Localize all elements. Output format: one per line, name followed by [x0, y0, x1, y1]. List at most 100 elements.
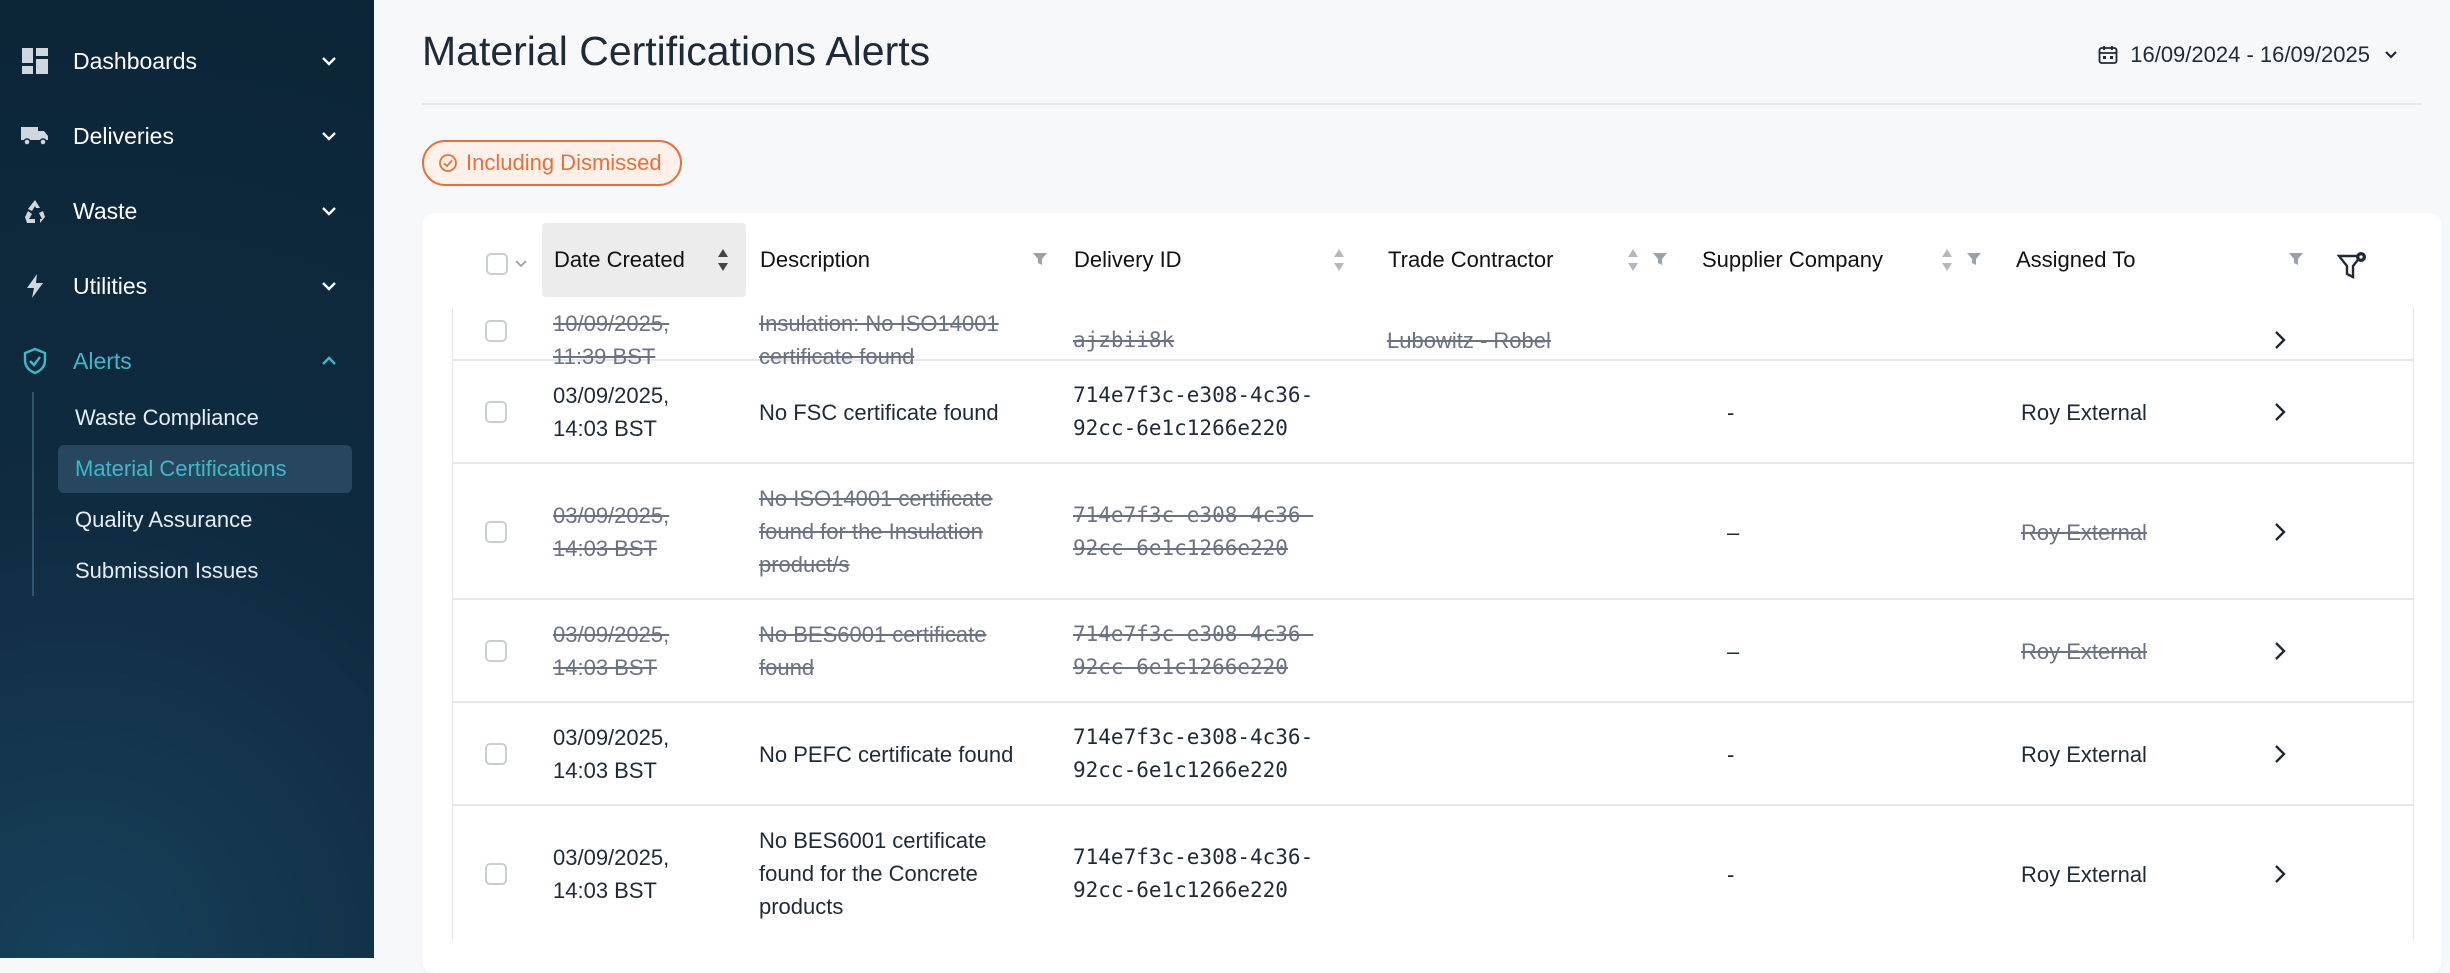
table-row[interactable]: 03/09/2025, 14:03 BST No ISO14001 certifi…: [453, 464, 2413, 600]
row-checkbox[interactable]: [485, 401, 507, 423]
column-label: Supplier Company: [1702, 247, 1883, 272]
sidebar-item-quality-assurance[interactable]: Quality Assurance: [58, 496, 352, 544]
sort-icon[interactable]: [1332, 247, 1346, 273]
assigned-to-cell: Roy External: [2021, 862, 2147, 887]
chevron-right-icon[interactable]: [2268, 400, 2292, 424]
nav-deliveries-label: Deliveries: [73, 122, 174, 149]
grid-icon: [20, 46, 50, 76]
including-dismissed-filter-chip[interactable]: Including Dismissed: [422, 140, 682, 186]
column-description[interactable]: Description: [748, 223, 1054, 297]
date-cell: 03/09/2025, 14:03 BST: [553, 383, 670, 441]
description-cell: No FSC certificate found: [759, 400, 999, 425]
nav-waste[interactable]: Waste: [0, 181, 374, 241]
description-cell: No BES6001 certificate found: [759, 622, 987, 680]
column-assigned-to[interactable]: Assigned To: [2004, 223, 2310, 297]
column-date-created[interactable]: Date Created: [542, 223, 746, 297]
nav-dashboards[interactable]: Dashboards: [0, 31, 374, 91]
sidebar: Dashboards Deliveries Waste Utilities Al…: [0, 0, 374, 958]
nav-deliveries[interactable]: Deliveries: [0, 106, 374, 166]
sort-icon[interactable]: [1940, 247, 1954, 273]
nav-waste-label: Waste: [73, 197, 138, 224]
chevron-down-icon: [322, 207, 336, 216]
delivery-id-cell: 714e7f3c-e308-4c36- 92cc-6e1c1266e220: [1073, 725, 1314, 782]
truck-icon: [20, 121, 50, 151]
calendar-icon: [2098, 46, 2118, 64]
column-label: Description: [760, 247, 871, 272]
column-delivery-id[interactable]: Delivery ID: [1062, 223, 1368, 297]
row-checkbox[interactable]: [485, 320, 507, 342]
table-row[interactable]: 03/09/2025, 14:03 BST No BES6001 certific…: [453, 600, 2413, 703]
recycle-icon: [20, 196, 50, 226]
chevron-down-icon: [322, 57, 336, 66]
chevron-down-icon: [322, 282, 336, 291]
nav-alerts[interactable]: Alerts: [0, 331, 374, 391]
main-content: Material Certifications Alerts 16/09/202…: [374, 0, 2450, 973]
assigned-to-cell: Roy External: [2021, 639, 2147, 664]
filter-icon[interactable]: [1652, 251, 1668, 267]
table-body: 10/09/2025, 11:39 BST Insulation: No ISO1…: [452, 308, 2414, 942]
assigned-to-cell: Roy External: [2021, 520, 2147, 545]
lightning-icon: [20, 271, 50, 301]
column-label: Delivery ID: [1074, 247, 1182, 272]
chevron-right-icon[interactable]: [2268, 742, 2292, 766]
table-header: Date Created Description Delivery ID Tra…: [422, 213, 2442, 308]
chevron-right-icon[interactable]: [2268, 639, 2292, 663]
supplier-cell: -: [1727, 862, 1735, 887]
select-all-checkbox[interactable]: [486, 253, 508, 275]
sidebar-item-material-certifications[interactable]: Material Certifications: [58, 445, 352, 493]
chevron-right-icon[interactable]: [2268, 520, 2292, 544]
trade-contractor-cell: Lubowitz - Robel: [1387, 328, 1551, 353]
table-row[interactable]: 03/09/2025, 14:03 BST No BES6001 certific…: [453, 806, 2413, 942]
chevron-down-icon: [2385, 51, 2397, 59]
date-cell: 03/09/2025, 14:03 BST: [553, 725, 670, 783]
chevron-down-icon: [322, 132, 336, 141]
sort-icon[interactable]: [1626, 247, 1640, 273]
filter-icon[interactable]: [2288, 251, 2304, 267]
date-cell: 03/09/2025, 14:03 BST: [553, 503, 670, 561]
date-range-picker[interactable]: 16/09/2024 - 16/09/2025: [2098, 42, 2400, 68]
check-circle-icon: [439, 154, 457, 172]
column-label: Trade Contractor: [1388, 247, 1554, 272]
delivery-id-cell: ajzbii8k: [1073, 328, 1175, 352]
sort-icon[interactable]: [716, 247, 730, 273]
supplier-cell: –: [1727, 520, 1740, 545]
table-row[interactable]: 03/09/2025, 14:03 BST No PEFC certificate…: [453, 703, 2413, 806]
row-checkbox[interactable]: [485, 863, 507, 885]
date-cell: 03/09/2025, 14:03 BST: [553, 845, 670, 903]
delivery-id-cell: 714e7f3c-e308-4c36- 92cc-6e1c1266e220: [1073, 845, 1314, 902]
sidebar-item-submission-issues[interactable]: Submission Issues: [58, 547, 352, 595]
row-checkbox[interactable]: [485, 743, 507, 765]
delivery-id-cell: 714e7f3c-e308-4c36- 92cc-6e1c1266e220: [1073, 383, 1314, 440]
filter-settings-icon[interactable]: [2336, 251, 2368, 283]
nav-utilities[interactable]: Utilities: [0, 256, 374, 316]
chevron-down-icon[interactable]: [514, 257, 528, 271]
submenu-guide-line: [32, 392, 34, 596]
filter-icon[interactable]: [1966, 251, 1982, 267]
description-cell: No PEFC certificate found: [759, 742, 1014, 767]
column-supplier-company[interactable]: Supplier Company: [1690, 223, 1996, 297]
nav-utilities-label: Utilities: [73, 272, 148, 299]
date-cell: 03/09/2025, 14:03 BST: [553, 622, 670, 680]
supplier-cell: -: [1727, 400, 1735, 425]
row-checkbox[interactable]: [485, 521, 507, 543]
row-checkbox[interactable]: [485, 640, 507, 662]
chevron-right-icon[interactable]: [2268, 328, 2292, 352]
assigned-to-cell: Roy External: [2021, 742, 2147, 767]
supplier-cell: –: [1727, 639, 1740, 664]
header-divider: [422, 103, 2422, 105]
table-row[interactable]: 03/09/2025, 14:03 BST No FSC certificate …: [453, 361, 2413, 464]
filter-icon[interactable]: [1032, 251, 1048, 267]
nav-alerts-label: Alerts: [73, 347, 132, 374]
description-cell: No BES6001 certificate found for the Conc…: [759, 828, 987, 919]
page-title: Material Certifications Alerts: [422, 28, 931, 74]
chevron-right-icon[interactable]: [2268, 862, 2292, 886]
column-trade-contractor[interactable]: Trade Contractor: [1376, 223, 1682, 297]
assigned-to-cell: Roy External: [2021, 400, 2147, 425]
chevron-up-icon: [322, 356, 336, 365]
sidebar-item-waste-compliance[interactable]: Waste Compliance: [58, 394, 352, 442]
column-label: Assigned To: [2016, 247, 2136, 272]
delivery-id-cell: 714e7f3c-e308-4c36- 92cc-6e1c1266e220: [1073, 622, 1314, 679]
nav-dashboards-label: Dashboards: [73, 47, 198, 74]
supplier-cell: -: [1727, 742, 1735, 767]
delivery-id-cell: 714e7f3c-e308-4c36- 92cc-6e1c1266e220: [1073, 503, 1314, 560]
